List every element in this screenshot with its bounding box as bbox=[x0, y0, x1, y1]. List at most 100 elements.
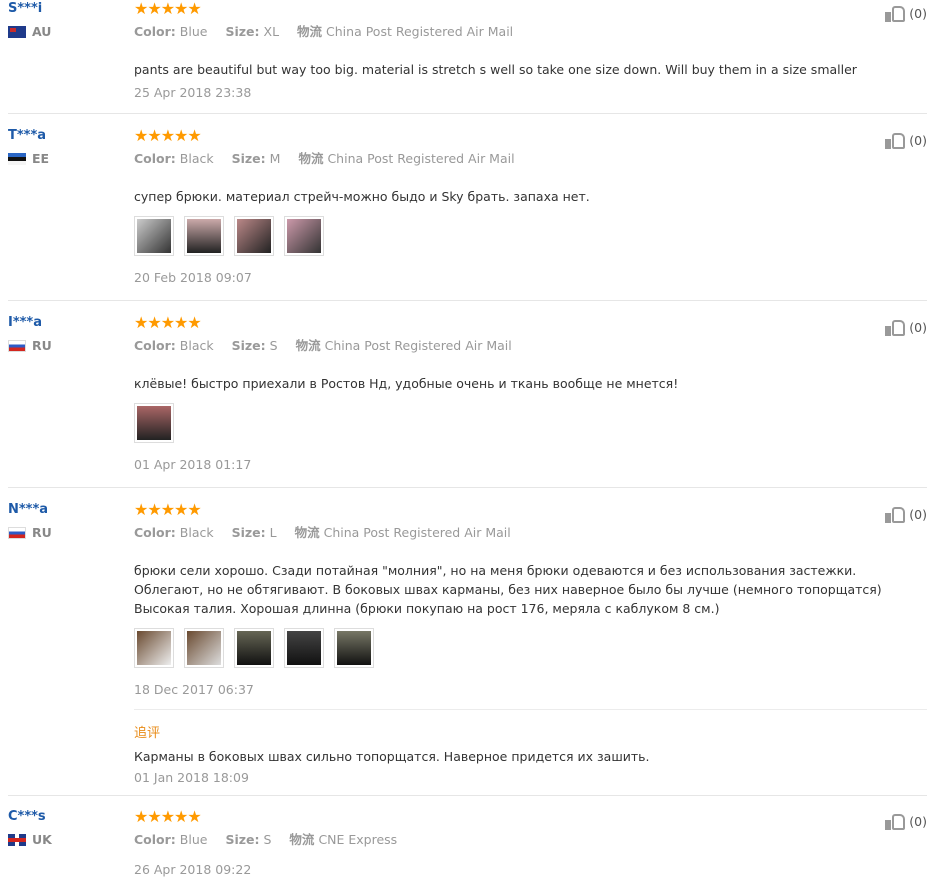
order-meta: Color: Black Size: L 物流 China Post Register… bbox=[134, 525, 927, 541]
size-value: L bbox=[269, 525, 277, 540]
rating-stars: ★★★★★ bbox=[134, 313, 202, 332]
shipping-label: 物流 bbox=[289, 832, 315, 847]
flag-ru-icon bbox=[8, 339, 26, 352]
shipping-value: China Post Registered Air Mail bbox=[326, 24, 514, 39]
review-photos bbox=[134, 628, 927, 668]
helpful-count: (0) bbox=[909, 506, 927, 522]
review-date: 25 Apr 2018 23:38 bbox=[134, 85, 252, 100]
rating-stars: ★★★★★ bbox=[134, 807, 202, 826]
shipping-label: 物流 bbox=[297, 24, 323, 39]
reviewer-info: N***a RU bbox=[8, 501, 128, 540]
review-content: ★★★★★ Color: Blue Size: S 物流 CNE Express 26… bbox=[134, 807, 927, 878]
color-label: Color: bbox=[134, 525, 176, 540]
review-photo[interactable] bbox=[334, 628, 374, 668]
review-item: I***a RU ★★★★★ Color: Black Size: S 物流 Chin… bbox=[8, 314, 927, 488]
reviewer-name: C***s bbox=[8, 809, 46, 824]
helpful-button[interactable]: (0) bbox=[885, 131, 927, 149]
follow-up-date: 01 Jan 2018 18:09 bbox=[134, 770, 249, 785]
size-label: Size: bbox=[225, 24, 260, 39]
helpful-button[interactable]: (0) bbox=[885, 505, 927, 523]
size-value: S bbox=[269, 338, 278, 353]
follow-up-text: Карманы в боковых швах сильно топорщатся… bbox=[134, 749, 650, 764]
flag-ru-icon bbox=[8, 526, 26, 539]
review-content: ★★★★★ Color: Black Size: M 物流 China Post Re… bbox=[134, 127, 927, 285]
review-photo[interactable] bbox=[184, 628, 224, 668]
flag-ee-icon bbox=[8, 152, 26, 165]
helpful-count: (0) bbox=[909, 813, 927, 829]
thumbs-up-icon[interactable] bbox=[885, 318, 906, 336]
color-value: Blue bbox=[179, 24, 208, 39]
reviewer-country: UK bbox=[8, 832, 128, 847]
color-label: Color: bbox=[134, 24, 176, 39]
size-label: Size: bbox=[231, 338, 266, 353]
review-photo[interactable] bbox=[284, 628, 324, 668]
review-photo[interactable] bbox=[134, 216, 174, 256]
review-item: T***a EE ★★★★★ Color: Black Size: M 物流 Chin… bbox=[8, 127, 927, 301]
follow-up-title: 追评 bbox=[134, 726, 161, 741]
thumbs-up-icon[interactable] bbox=[885, 505, 906, 523]
review-text: брюки сели хорошо. Сзади потайная "молни… bbox=[134, 563, 882, 616]
review-date: 20 Feb 2018 09:07 bbox=[134, 270, 252, 285]
flag-uk-icon bbox=[8, 833, 26, 846]
review-photo[interactable] bbox=[134, 403, 174, 443]
review-date: 01 Apr 2018 01:17 bbox=[134, 457, 252, 472]
shipping-value: China Post Registered Air Mail bbox=[324, 338, 512, 353]
thumbs-up-icon[interactable] bbox=[885, 4, 906, 22]
review-photo[interactable] bbox=[134, 628, 174, 668]
size-label: Size: bbox=[225, 832, 260, 847]
color-value: Black bbox=[179, 525, 214, 540]
size-label: Size: bbox=[231, 525, 266, 540]
size-label: Size: bbox=[231, 151, 266, 166]
color-label: Color: bbox=[134, 832, 176, 847]
color-value: Blue bbox=[179, 832, 208, 847]
thumbs-up-icon[interactable] bbox=[885, 812, 906, 830]
helpful-button[interactable]: (0) bbox=[885, 812, 927, 830]
review-photo[interactable] bbox=[234, 216, 274, 256]
size-value: S bbox=[263, 832, 272, 847]
review-date: 26 Apr 2018 09:22 bbox=[134, 862, 252, 877]
reviewer-name: N***a bbox=[8, 502, 49, 517]
reviewer-info: S***i AU bbox=[8, 0, 128, 39]
review-photo[interactable] bbox=[184, 216, 224, 256]
reviewer-country: RU bbox=[8, 338, 128, 353]
order-meta: Color: Blue Size: XL 物流 China Post Register… bbox=[134, 24, 927, 40]
reviewer-info: I***a RU bbox=[8, 314, 128, 353]
color-label: Color: bbox=[134, 151, 176, 166]
review-item: N***a RU ★★★★★ Color: Black Size: L 物流 Chin… bbox=[8, 501, 927, 796]
review-text: клёвые! быстро приехали в Ростов Нд, удо… bbox=[134, 376, 679, 391]
follow-up-review: 追评 Карманы в боковых швах сильно топорща… bbox=[134, 709, 927, 785]
helpful-button[interactable]: (0) bbox=[885, 4, 927, 22]
review-photos bbox=[134, 216, 927, 256]
helpful-count: (0) bbox=[909, 5, 927, 21]
country-code: EE bbox=[32, 151, 50, 166]
color-label: Color: bbox=[134, 338, 176, 353]
reviewer-name: T***a bbox=[8, 128, 47, 143]
review-item: C***s UK ★★★★★ Color: Blue Size: S 物流 CNE E… bbox=[8, 808, 927, 888]
helpful-button[interactable]: (0) bbox=[885, 318, 927, 336]
order-meta: Color: Black Size: M 物流 China Post Register… bbox=[134, 151, 927, 167]
thumbs-up-icon[interactable] bbox=[885, 131, 906, 149]
shipping-value: China Post Registered Air Mail bbox=[327, 151, 515, 166]
reviewer-info: C***s UK bbox=[8, 808, 128, 847]
review-text: супер брюки. материал стрейч-можно быдо … bbox=[134, 189, 590, 204]
review-text: pants are beautiful but way too big. mat… bbox=[134, 62, 857, 77]
review-content: ★★★★★ Color: Blue Size: XL 物流 China Post Re… bbox=[134, 0, 927, 100]
reviewer-name: I***a bbox=[8, 315, 43, 330]
country-code: RU bbox=[32, 525, 52, 540]
review-photos bbox=[134, 403, 927, 443]
country-code: UK bbox=[32, 832, 52, 847]
review-photo[interactable] bbox=[284, 216, 324, 256]
helpful-count: (0) bbox=[909, 319, 927, 335]
shipping-value: CNE Express bbox=[318, 832, 398, 847]
reviewer-name: S***i bbox=[8, 1, 43, 16]
shipping-label: 物流 bbox=[298, 151, 324, 166]
review-photo[interactable] bbox=[234, 628, 274, 668]
order-meta: Color: Black Size: S 物流 China Post Register… bbox=[134, 338, 927, 354]
reviewer-info: T***a EE bbox=[8, 127, 128, 166]
rating-stars: ★★★★★ bbox=[134, 126, 202, 145]
shipping-value: China Post Registered Air Mail bbox=[323, 525, 511, 540]
size-value: XL bbox=[263, 24, 280, 39]
color-value: Black bbox=[179, 338, 214, 353]
review-item: S***i AU ★★★★★ Color: Blue Size: XL 物流 Chin… bbox=[8, 0, 927, 114]
country-code: RU bbox=[32, 338, 52, 353]
